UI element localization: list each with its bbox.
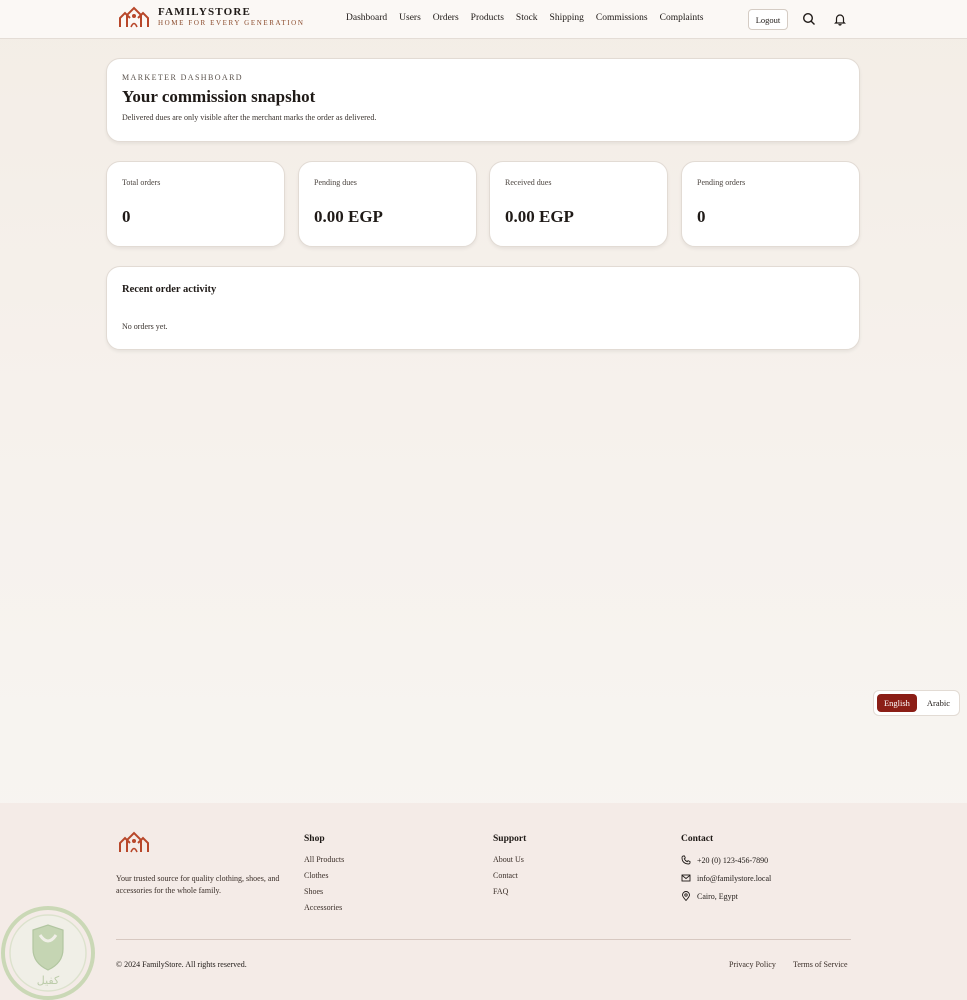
- footer-support: Support About Us Contact FAQ: [493, 834, 526, 903]
- house-logo-icon: [119, 6, 149, 28]
- contact-address: Cairo, Egypt: [681, 891, 771, 901]
- footer: Your trusted source for quality clothing…: [0, 803, 967, 1000]
- brand-tagline: HOME FOR EVERY GENERATION: [158, 19, 305, 27]
- nav-stock[interactable]: Stock: [516, 13, 538, 23]
- bell-icon[interactable]: [833, 12, 847, 26]
- contact-email: info@familystore.local: [681, 873, 771, 883]
- footer-link-accessories[interactable]: Accessories: [304, 903, 344, 912]
- footer-link-contact[interactable]: Contact: [493, 871, 526, 880]
- watermark-logo-icon: كفيل: [1, 906, 95, 1000]
- footer-about: Your trusted source for quality clothing…: [116, 874, 280, 895]
- terms-of-service-link[interactable]: Terms of Service: [793, 960, 848, 969]
- footer-link-shoes[interactable]: Shoes: [304, 887, 344, 896]
- contact-phone-text: +20 (0) 123-456-7890: [697, 855, 769, 865]
- recent-activity-card: Recent order activity No orders yet.: [106, 266, 860, 350]
- footer-contact-title: Contact: [681, 834, 714, 844]
- nav-users[interactable]: Users: [399, 13, 421, 23]
- footer-link-all-products[interactable]: All Products: [304, 855, 344, 864]
- stat-pending-orders: Pending orders 0: [681, 161, 860, 247]
- language-english-button[interactable]: English: [877, 694, 917, 712]
- language-switcher: English Arabic: [873, 690, 960, 716]
- stat-value: 0.00 EGP: [314, 207, 383, 226]
- map-pin-icon: [682, 891, 690, 901]
- page-title: Your commission snapshot: [122, 87, 316, 106]
- stat-label: Pending orders: [697, 178, 746, 187]
- stat-total-orders: Total orders 0: [106, 161, 285, 247]
- logout-button[interactable]: Logout: [748, 9, 788, 30]
- stat-pending-dues: Pending dues 0.00 EGP: [298, 161, 477, 247]
- footer-shop-title: Shop: [304, 834, 325, 844]
- stat-label: Total orders: [122, 178, 161, 187]
- main-nav: Dashboard Users Orders Products Stock Sh…: [346, 13, 715, 23]
- house-logo-icon: [119, 831, 149, 853]
- footer-contact: Contact +20 (0) 123-456-7890 info@family…: [681, 834, 771, 909]
- brand-name: FAMILYSTORE: [158, 6, 252, 18]
- contact-email-text: info@familystore.local: [697, 873, 772, 883]
- footer-link-about[interactable]: About Us: [493, 855, 526, 864]
- footer-divider: [116, 939, 851, 940]
- stat-label: Received dues: [505, 178, 552, 187]
- nav-commissions[interactable]: Commissions: [596, 13, 648, 23]
- activity-title: Recent order activity: [122, 284, 217, 295]
- phone-icon: [681, 855, 691, 865]
- empty-state: No orders yet.: [122, 322, 168, 331]
- mail-icon: [681, 874, 691, 882]
- language-arabic-button[interactable]: Arabic: [921, 694, 956, 712]
- footer-link-faq[interactable]: FAQ: [493, 887, 526, 896]
- brand[interactable]: FAMILYSTORE HOME FOR EVERY GENERATION: [118, 5, 305, 29]
- nav-products[interactable]: Products: [471, 13, 504, 23]
- nav-dashboard[interactable]: Dashboard: [346, 13, 387, 23]
- commission-snapshot-card: MARKETER DASHBOARD Your commission snaps…: [106, 58, 860, 142]
- page-subtitle: Delivered dues are only visible after th…: [122, 113, 377, 122]
- nav-complaints[interactable]: Complaints: [660, 13, 704, 23]
- stat-value: 0: [122, 207, 131, 226]
- nav-orders[interactable]: Orders: [433, 13, 459, 23]
- privacy-policy-link[interactable]: Privacy Policy: [729, 960, 776, 969]
- watermark-text: كفيل: [37, 974, 60, 987]
- footer-link-clothes[interactable]: Clothes: [304, 871, 344, 880]
- stat-received-dues: Received dues 0.00 EGP: [489, 161, 668, 247]
- top-header: FAMILYSTORE HOME FOR EVERY GENERATION Da…: [0, 0, 967, 39]
- search-icon[interactable]: [802, 12, 816, 26]
- dashboard-eyebrow: MARKETER DASHBOARD: [122, 73, 243, 82]
- contact-phone: +20 (0) 123-456-7890: [681, 855, 771, 865]
- nav-shipping[interactable]: Shipping: [550, 13, 584, 23]
- stat-value: 0.00 EGP: [505, 207, 574, 226]
- footer-shop: Shop All Products Clothes Shoes Accessor…: [304, 834, 344, 919]
- contact-address-text: Cairo, Egypt: [697, 891, 738, 901]
- footer-support-title: Support: [493, 834, 527, 844]
- copyright: © 2024 FamilyStore. All rights reserved.: [116, 960, 247, 969]
- stat-label: Pending dues: [314, 178, 357, 187]
- stat-value: 0: [697, 207, 706, 226]
